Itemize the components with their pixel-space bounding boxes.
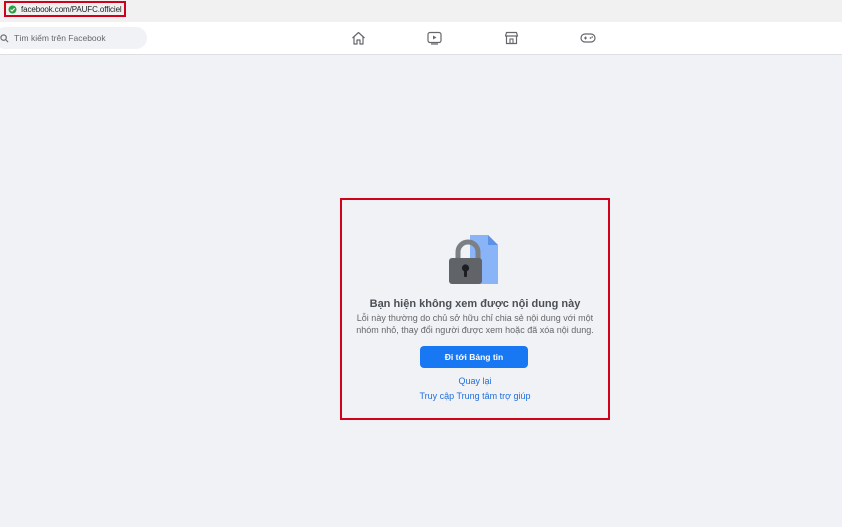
page-title: Bạn hiện không xem được nội dung này (369, 298, 581, 310)
home-icon[interactable] (350, 30, 366, 46)
content-unavailable-card: Bạn hiện không xem được nội dung này Lỗi… (340, 198, 610, 420)
site-security-icon (8, 5, 17, 14)
help-center-link[interactable]: Truy cập Trung tâm trợ giúp (342, 391, 608, 401)
browser-address-bar: facebook.com/PAUFC.officiel (0, 0, 842, 22)
url-box[interactable]: facebook.com/PAUFC.officiel (4, 1, 126, 17)
description-line: nhóm nhỏ, thay đổi người được xem hoặc đ… (356, 325, 594, 335)
marketplace-icon[interactable] (503, 30, 519, 46)
description-line: Lỗi này thường do chủ sở hữu chỉ chia sẻ… (356, 313, 594, 323)
facebook-top-bar: Tìm kiếm trên Facebook (0, 22, 842, 55)
lock-document-icon (446, 232, 504, 288)
go-to-feed-button[interactable]: Đi tới Bảng tin (420, 346, 528, 368)
url-text: facebook.com/PAUFC.officiel (21, 4, 122, 14)
search-icon (0, 33, 9, 43)
search-input[interactable]: Tìm kiếm trên Facebook (0, 27, 147, 49)
video-icon[interactable] (426, 30, 442, 46)
error-description: Lỗi này thường do chủ sở hữu chỉ chia sẻ… (348, 312, 602, 336)
search-placeholder: Tìm kiếm trên Facebook (14, 33, 106, 43)
go-back-link[interactable]: Quay lại (342, 376, 608, 386)
gaming-icon[interactable] (580, 30, 596, 46)
